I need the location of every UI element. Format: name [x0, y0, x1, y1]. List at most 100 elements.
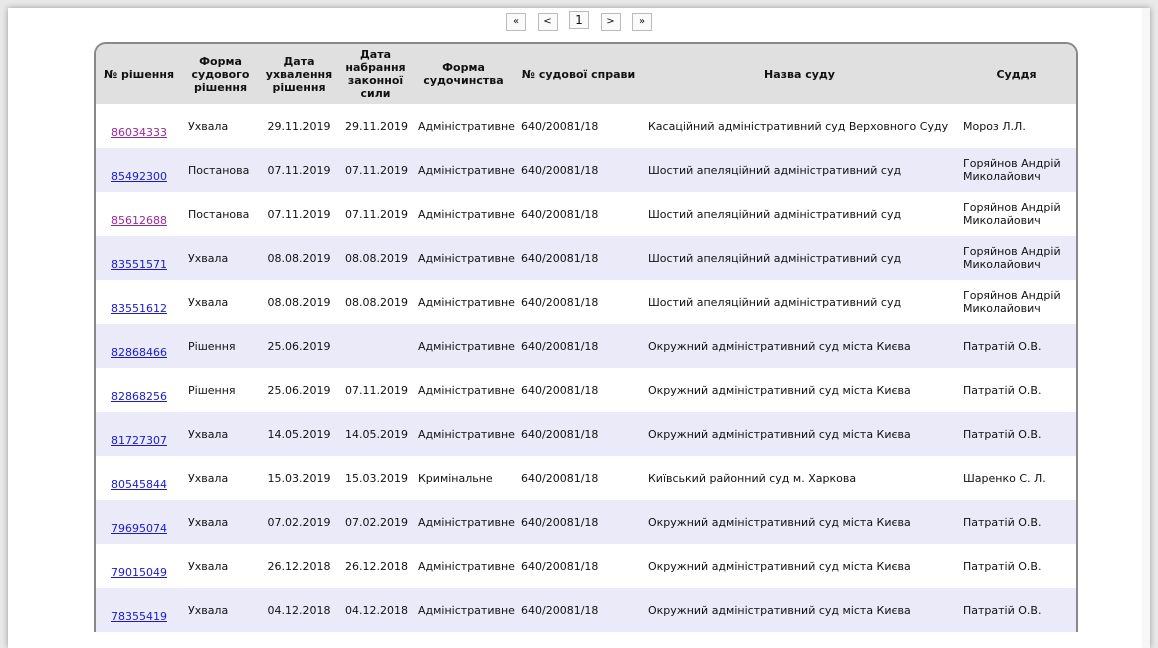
first-page-button[interactable]: « — [506, 13, 526, 31]
decision-form-cell: Ухвала — [188, 559, 229, 573]
header-court-name[interactable]: Назва суду — [642, 44, 957, 104]
proceeding-form-cell: Адміністративне — [412, 148, 515, 192]
decision-number-cell: 79015049 — [96, 544, 182, 588]
proceeding-form-cell: Адміністративне — [412, 500, 515, 544]
decision-form-cell: Постанова — [182, 148, 259, 192]
case-number-cell: 640/20081/18 — [515, 412, 642, 456]
decision-number-cell: 85492300 — [96, 148, 182, 192]
case-number-cell: 640/20081/18 — [515, 148, 642, 192]
decision-link[interactable]: 85612688 — [111, 214, 167, 227]
decision-date-cell: 26.12.2018 — [267, 559, 331, 573]
decision-link[interactable]: 83551612 — [111, 302, 167, 315]
case-number-cell: 640/20081/18 — [515, 500, 642, 544]
case-number-cell: 640/20081/18 — [521, 207, 599, 221]
header-judge[interactable]: Суддя — [957, 44, 1076, 104]
judge-cell: Шаренко С. Л. — [963, 471, 1046, 485]
header-legal-force-date[interactable]: Дата набрання законної сили — [339, 44, 412, 104]
decision-link[interactable]: 85492300 — [111, 170, 167, 183]
page: « < 1 > » № рішення Форма судового рішен… — [8, 8, 1150, 648]
court-name-cell: Окружний адміністративний суд міста Києв… — [642, 500, 957, 544]
court-name-cell: Окружний адміністративний суд міста Києв… — [642, 412, 957, 456]
court-name-cell: Київський районний суд м. Харкова — [648, 471, 857, 485]
table-row: 79015049 Ухвала 26.12.2018 26.12.2018 Адміні… — [96, 544, 1076, 588]
table-row: 85492300 Постанова 07.11.2019 07.11.2019 Адм… — [96, 148, 1076, 192]
proceeding-form-cell: Адміністративне — [412, 412, 515, 456]
header-decision-number[interactable]: № рішення — [96, 44, 182, 104]
decision-date-cell: 04.12.2018 — [259, 588, 339, 632]
proceeding-form-cell: Адміністративне — [418, 119, 515, 133]
court-name-cell: Окружний адміністративний суд міста Києв… — [642, 324, 957, 368]
decision-link[interactable]: 86034333 — [111, 126, 167, 139]
legal-force-date-cell: 04.12.2018 — [339, 588, 412, 632]
decision-link[interactable]: 82868466 — [111, 346, 167, 359]
case-number-cell: 640/20081/18 — [521, 119, 599, 133]
header-decision-form[interactable]: Форма судового рішення — [182, 44, 259, 104]
judge-cell: Патратій О.В. — [957, 324, 1076, 368]
decision-number-cell: 80545844 — [96, 456, 182, 500]
last-page-button[interactable]: » — [632, 13, 652, 31]
next-page-button[interactable]: > — [600, 13, 621, 31]
decision-link[interactable]: 79695074 — [111, 522, 167, 535]
decision-number-cell: 82868256 — [96, 368, 182, 412]
decision-link[interactable]: 82868256 — [111, 390, 167, 403]
decision-number-cell: 83551612 — [96, 280, 182, 324]
scrollbar[interactable] — [1142, 8, 1150, 648]
proceeding-form-cell: Кримінальне — [418, 471, 493, 485]
legal-force-date-cell: 08.08.2019 — [339, 236, 412, 280]
decision-link[interactable]: 80545844 — [111, 478, 167, 491]
decision-number-cell: 81727307 — [96, 412, 182, 456]
judge-cell: Патратій О.В. — [957, 588, 1076, 632]
header-case-number[interactable]: № судової справи — [515, 44, 642, 104]
court-name-cell: Шостий апеляційний адміністративний суд — [648, 295, 902, 309]
prev-page-button[interactable]: < — [537, 13, 558, 31]
decision-date-cell: 15.03.2019 — [267, 471, 331, 485]
decision-link[interactable]: 78355419 — [111, 610, 167, 623]
header-proceeding-form[interactable]: Форма судочинства — [412, 44, 515, 104]
legal-force-date-cell: 08.08.2019 — [345, 295, 408, 309]
table-header: № рішення Форма судового рішення Дата ух… — [96, 44, 1076, 104]
decision-date-cell: 08.08.2019 — [267, 295, 331, 309]
decision-form-cell: Ухвала — [182, 236, 259, 280]
legal-force-date-cell: 07.11.2019 — [339, 148, 412, 192]
decision-form-cell: Рішення — [188, 383, 236, 397]
decision-form-cell: Постанова — [188, 207, 250, 221]
legal-force-date-cell: 07.11.2019 — [345, 383, 408, 397]
table-row: 83551571 Ухвала 08.08.2019 08.08.2019 Адміні… — [96, 236, 1076, 280]
judge-cell: Горяйнов Андрій Миколайович — [963, 289, 1061, 315]
decision-number-cell: 82868466 — [96, 324, 182, 368]
case-number-cell: 640/20081/18 — [521, 471, 599, 485]
legal-force-date-cell: 07.02.2019 — [339, 500, 412, 544]
results-table: № рішення Форма судового рішення Дата ух… — [94, 42, 1078, 632]
court-name-cell: Касаційний адміністративний суд Верховно… — [648, 119, 949, 133]
case-number-cell: 640/20081/18 — [521, 383, 599, 397]
proceeding-form-cell: Адміністративне — [412, 588, 515, 632]
decision-form-cell: Ухвала — [182, 588, 259, 632]
table-row: 78355419 Ухвала 04.12.2018 04.12.2018 Адміні… — [96, 588, 1076, 632]
legal-force-date-cell: 29.11.2019 — [345, 119, 408, 133]
case-number-cell: 640/20081/18 — [521, 295, 599, 309]
header-decision-date[interactable]: Дата ухвалення рішення — [259, 44, 339, 104]
court-name-cell: Шостий апеляційний адміністративний суд — [648, 207, 902, 221]
decision-form-cell: Рішення — [182, 324, 259, 368]
table-row: 82868466 Рішення 25.06.2019 Адміністративне… — [96, 324, 1076, 368]
decision-link[interactable]: 79015049 — [111, 566, 167, 579]
table-row: 80545844 Ухвала 15.03.2019 15.03.2019 Кримін… — [96, 456, 1076, 500]
decision-link[interactable]: 83551571 — [111, 258, 167, 271]
case-number-cell: 640/20081/18 — [515, 236, 642, 280]
legal-force-date-cell: 15.03.2019 — [345, 471, 408, 485]
proceeding-form-cell: Адміністративне — [418, 559, 515, 573]
decision-date-cell: 14.05.2019 — [259, 412, 339, 456]
judge-cell: Патратій О.В. — [957, 412, 1076, 456]
judge-cell: Горяйнов Андрій Миколайович — [957, 148, 1076, 192]
decision-number-cell: 83551571 — [96, 236, 182, 280]
decision-date-cell: 25.06.2019 — [267, 383, 331, 397]
case-number-cell: 640/20081/18 — [515, 588, 642, 632]
table-row: 85612688 Постанова 07.11.2019 07.11.2019 Адм… — [96, 192, 1076, 236]
current-page[interactable]: 1 — [569, 11, 589, 29]
decision-number-cell: 78355419 — [96, 588, 182, 632]
decision-date-cell: 25.06.2019 — [259, 324, 339, 368]
decision-link[interactable]: 81727307 — [111, 434, 167, 447]
judge-cell: Горяйнов Андрій Миколайович — [957, 236, 1076, 280]
legal-force-date-cell: 14.05.2019 — [339, 412, 412, 456]
decision-number-cell: 85612688 — [96, 192, 182, 236]
